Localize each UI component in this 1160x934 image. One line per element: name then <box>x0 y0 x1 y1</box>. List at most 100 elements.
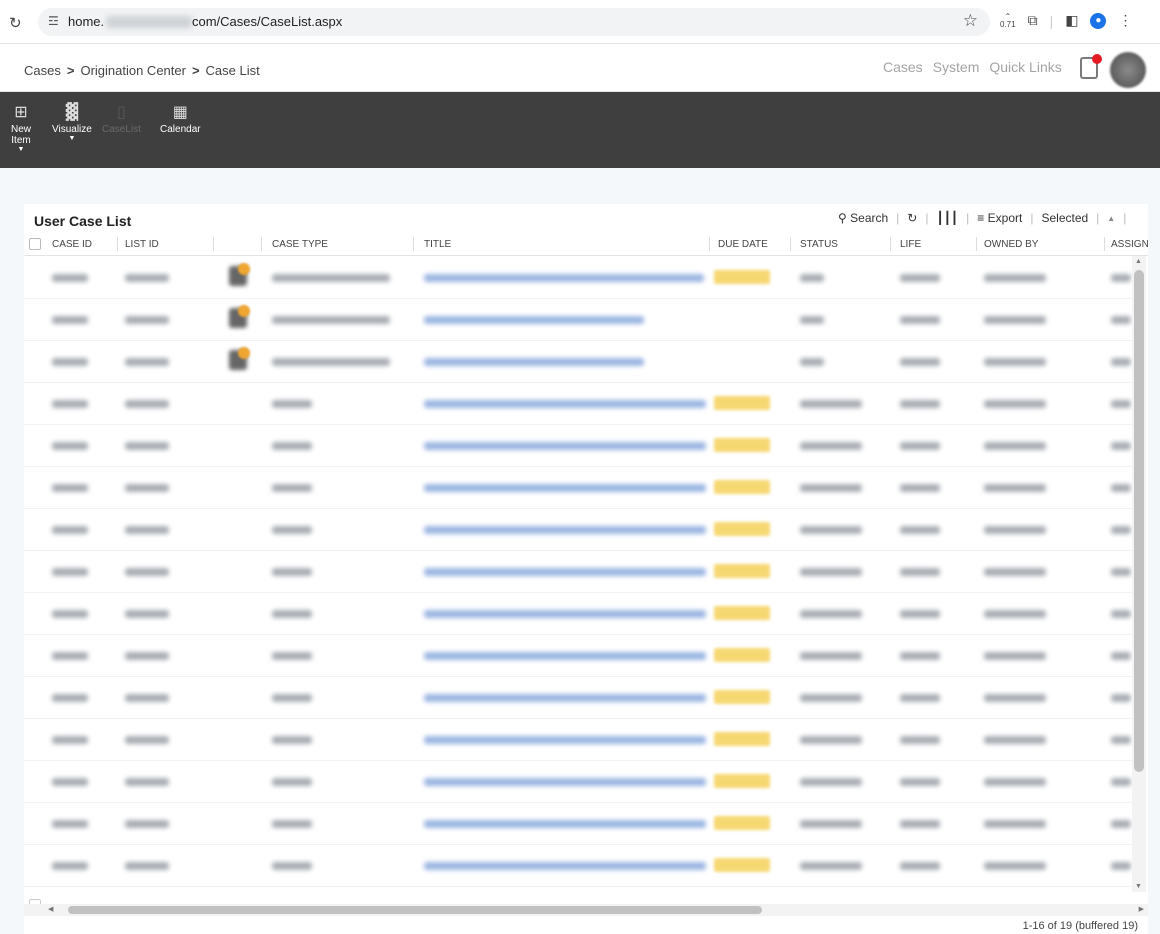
table-row[interactable] <box>24 719 1134 761</box>
column-divider[interactable] <box>890 237 891 251</box>
column-divider[interactable] <box>261 237 262 251</box>
collapse-icon[interactable]: ▲ <box>1107 214 1115 223</box>
extensions-icon[interactable]: ⧉ <box>1028 12 1038 29</box>
visualize-label: Visualize <box>52 124 92 135</box>
nav-system[interactable]: System <box>933 59 980 75</box>
redacted-cell <box>800 694 862 702</box>
site-settings-icon[interactable]: ☲ <box>48 14 59 28</box>
selected-button[interactable]: Selected <box>1041 211 1088 225</box>
col-title[interactable]: TITLE <box>424 239 451 250</box>
address-bar[interactable]: ☲ home. com/Cases/CaseList.aspx ☆ <box>38 8 990 36</box>
column-divider[interactable] <box>709 237 710 251</box>
table-row[interactable] <box>24 803 1134 845</box>
table-row[interactable] <box>24 509 1134 551</box>
scroll-down-icon[interactable]: ▼ <box>1135 883 1142 890</box>
table-row[interactable] <box>24 593 1134 635</box>
redacted-cell <box>424 610 706 618</box>
col-case-type[interactable]: CASE TYPE <box>272 239 328 250</box>
breadcrumb-case-list: Case List <box>205 63 260 78</box>
horizontal-scrollbar[interactable]: ◀ ▶ <box>24 904 1148 916</box>
new-item-label: New Item <box>10 124 31 146</box>
visualize-button[interactable]: ▓ Visualize ▼ <box>52 102 92 142</box>
col-case-id[interactable]: CASE ID <box>52 239 92 250</box>
columns-icon[interactable]: ┃┃┃ <box>936 211 958 225</box>
col-due-date[interactable]: DUE DATE <box>718 239 768 250</box>
breadcrumb-cases[interactable]: Cases <box>24 63 61 78</box>
due-date-highlight <box>714 774 770 788</box>
menu-kebab-icon[interactable]: ⋮ <box>1118 12 1132 29</box>
table-row[interactable] <box>24 761 1134 803</box>
table-row[interactable] <box>24 467 1134 509</box>
browser-actions: ⌃ 0.71 ⧉ | ◧ ● ⋮ <box>1000 12 1132 29</box>
redacted-cell <box>125 274 169 282</box>
breadcrumb-origination-center[interactable]: Origination Center <box>80 63 186 78</box>
bookmark-star-icon[interactable]: ☆ <box>963 11 978 31</box>
col-status[interactable]: STATUS <box>800 239 838 250</box>
col-life[interactable]: LIFE <box>900 239 921 250</box>
redacted-cell <box>900 694 940 702</box>
vertical-scroll-thumb[interactable] <box>1134 270 1144 772</box>
flag-badge <box>238 263 250 275</box>
tool-divider: | <box>896 211 900 225</box>
nav-quick-links[interactable]: Quick Links <box>989 59 1061 75</box>
column-divider[interactable] <box>976 237 977 251</box>
caret-down-icon: ▼ <box>68 135 76 142</box>
redacted-cell <box>900 610 940 618</box>
scroll-right-icon[interactable]: ▶ <box>1139 905 1144 913</box>
redacted-cell <box>424 694 706 702</box>
redacted-cell <box>272 694 312 702</box>
calendar-button[interactable]: ▦ Calendar <box>160 102 201 135</box>
main-content: User Case List ⚲ Search | ↻ | ┃┃┃ | ≡ Ex… <box>0 168 1160 934</box>
due-date-highlight <box>714 606 770 620</box>
vertical-scrollbar[interactable]: ▲ ▼ <box>1132 256 1146 892</box>
col-assigned[interactable]: ASSIGN <box>1111 239 1148 250</box>
new-item-button[interactable]: ⊞ New Item ▼ <box>10 102 32 153</box>
table-row[interactable] <box>24 425 1134 467</box>
table-row[interactable] <box>24 551 1134 593</box>
bar-chart-icon: ▓ <box>65 102 79 121</box>
caselist-button: ▯ CaseList <box>102 102 141 135</box>
col-owned-by[interactable]: OWNED BY <box>984 239 1038 250</box>
column-divider[interactable] <box>213 237 214 251</box>
chevron-right-icon: > <box>66 63 75 78</box>
redacted-cell <box>1111 316 1131 324</box>
avatar[interactable] <box>1110 52 1146 88</box>
sidepanel-icon[interactable]: ◧ <box>1065 12 1078 29</box>
redacted-cell <box>424 778 706 786</box>
scroll-up-icon[interactable]: ▲ <box>1135 258 1142 265</box>
redacted-cell <box>800 526 862 534</box>
redacted-cell <box>125 568 169 576</box>
reload-icon[interactable]: ↻ <box>9 14 22 32</box>
column-divider[interactable] <box>790 237 791 251</box>
redacted-cell <box>900 358 940 366</box>
horizontal-scroll-thumb[interactable] <box>68 906 762 914</box>
table-row[interactable] <box>24 677 1134 719</box>
table-row[interactable] <box>24 845 1134 887</box>
table-row[interactable] <box>24 635 1134 677</box>
zoom-indicator[interactable]: ⌃ 0.71 <box>1000 12 1016 29</box>
refresh-icon[interactable]: ↻ <box>907 211 917 225</box>
column-divider[interactable] <box>117 237 118 251</box>
column-divider[interactable] <box>1104 237 1105 251</box>
search-button[interactable]: ⚲ Search <box>838 211 888 225</box>
top-nav-links: Cases System Quick Links <box>883 59 1062 75</box>
due-date-highlight <box>714 396 770 410</box>
table-row[interactable] <box>24 299 1134 341</box>
scroll-left-icon[interactable]: ◀ <box>48 905 53 913</box>
table-row[interactable] <box>24 383 1134 425</box>
redacted-cell <box>800 442 862 450</box>
export-button[interactable]: ≡ Export <box>977 211 1022 225</box>
select-all-checkbox[interactable] <box>29 238 41 250</box>
col-list-id[interactable]: LIST ID <box>125 239 159 250</box>
redacted-cell <box>984 358 1046 366</box>
profile-icon[interactable]: ● <box>1090 12 1107 29</box>
redacted-cell <box>272 400 312 408</box>
redacted-cell <box>52 484 88 492</box>
plus-box-icon: ⊞ <box>14 102 28 121</box>
table-row[interactable] <box>24 341 1134 383</box>
table-row[interactable] <box>24 257 1134 299</box>
nav-cases[interactable]: Cases <box>883 59 923 75</box>
redacted-cell <box>52 274 88 282</box>
column-divider[interactable] <box>413 237 414 251</box>
due-date-highlight <box>714 816 770 830</box>
